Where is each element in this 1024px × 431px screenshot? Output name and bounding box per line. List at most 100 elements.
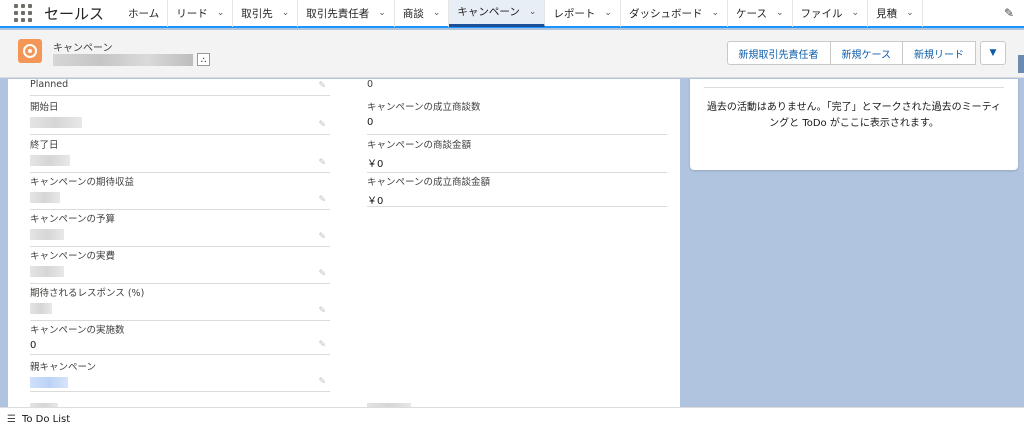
field-expected-response: 期待されるレスポンス (%) ✎	[30, 285, 330, 321]
edit-pencil-icon[interactable]: ✎	[318, 195, 326, 205]
field-value: 0	[367, 79, 374, 90]
record-actions: 新規取引先責任者 新規ケース 新規リード ▼	[726, 41, 1006, 65]
edit-pencil-icon[interactable]: ✎	[318, 232, 326, 242]
redacted-value	[30, 192, 60, 203]
nav-item-accounts[interactable]: 取引先 ⌄	[233, 0, 299, 27]
chevron-down-icon[interactable]: ⌄	[282, 8, 290, 18]
field-label: 開始日	[30, 102, 59, 113]
nav-item-dashboards[interactable]: ダッシュボード ⌄	[621, 0, 729, 27]
detail-panel: Planned ✎ 開始日 ✎ 終了日 ✎ キャンペーンの期待収益 ✎ キャンペ…	[8, 79, 680, 407]
field-label: キャンペーンの期待収益	[30, 177, 135, 188]
edit-pencil-icon[interactable]: ✎	[318, 269, 326, 279]
redacted-value	[30, 229, 64, 240]
redacted-value	[30, 266, 64, 277]
field-num-sent: キャンペーンの実施数 0 ✎	[30, 322, 330, 355]
record-name-redacted	[53, 54, 193, 66]
nav-item-label: リード	[176, 7, 208, 20]
field-value: Planned	[30, 79, 69, 90]
record-type-label: キャンペーン	[53, 43, 113, 54]
field-label: 親キャンペーン	[30, 362, 97, 373]
edit-pencil-icon[interactable]: ✎	[318, 377, 326, 387]
nav-item-opportunities[interactable]: 商談 ⌄	[395, 0, 450, 27]
nav-item-quotes[interactable]: 見積 ⌄	[868, 0, 923, 27]
nav-item-files[interactable]: ファイル ⌄	[793, 0, 869, 27]
nav-item-label: レポート	[553, 7, 596, 20]
field-label: キャンペーンの実費	[30, 251, 116, 262]
chevron-down-icon[interactable]: ⌄	[433, 8, 441, 18]
nav-item-home[interactable]: ホーム	[120, 0, 169, 27]
chevron-down-icon[interactable]: ⌄	[906, 8, 914, 18]
field-value: 0	[30, 340, 37, 351]
redacted-value	[30, 303, 52, 314]
field-budgeted-cost: キャンペーンの予算 ✎	[30, 211, 330, 247]
chevron-down-icon[interactable]: ⌄	[529, 7, 537, 17]
redacted-link-value[interactable]	[30, 377, 68, 388]
app-launcher-icon[interactable]	[12, 2, 34, 24]
hierarchy-icon[interactable]: ⛬	[197, 53, 210, 66]
chevron-down-icon[interactable]: ⌄	[378, 8, 386, 18]
chevron-down-icon[interactable]: ⌄	[217, 8, 225, 18]
field-opportunity-amount: キャンペーンの商談金額 ￥0	[367, 137, 667, 173]
field-num-opportunities: 0	[367, 79, 667, 96]
field-start-date: 開始日 ✎	[30, 99, 330, 135]
field-label: キャンペーンの商談金額	[367, 140, 472, 151]
more-actions-chevron-down-icon[interactable]: ▼	[980, 41, 1006, 65]
field-status: Planned ✎	[30, 79, 330, 96]
edit-pencil-icon[interactable]: ✎	[318, 158, 326, 168]
edit-pencil-icon[interactable]: ✎	[318, 120, 326, 130]
chevron-down-icon[interactable]: ⌄	[852, 8, 860, 18]
field-won-opportunity-amount: キャンペーンの成立商談金額 ￥0	[367, 174, 667, 207]
edit-pencil-icon[interactable]: ✎	[318, 81, 326, 91]
campaign-target-icon	[18, 39, 42, 63]
chevron-down-icon[interactable]: ⌄	[776, 8, 784, 18]
nav-item-label: ファイル	[800, 7, 843, 20]
nav-item-contacts[interactable]: 取引先責任者 ⌄	[298, 0, 395, 27]
field-label: 終了日	[30, 140, 59, 151]
global-nav: セールス ホーム リード ⌄ 取引先 ⌄ 取引先責任者 ⌄ 商談 ⌄ キャンペーン ⌄ レ…	[0, 0, 1024, 28]
redacted-value	[30, 155, 70, 166]
field-num-won-opportunities: キャンペーンの成立商談数 0	[367, 99, 667, 135]
nav-item-cases[interactable]: ケース ⌄	[728, 0, 793, 27]
new-contact-button[interactable]: 新規取引先責任者	[726, 41, 831, 65]
field-value: ￥0	[367, 159, 384, 170]
nav-item-label: 取引先	[241, 7, 273, 20]
activity-panel: 過去の活動はありません。「完了」とマークされた過去のミーティングと ToDo が…	[690, 79, 1018, 170]
field-end-date: 終了日 ✎	[30, 137, 330, 173]
new-lead-button[interactable]: 新規リード	[902, 41, 976, 65]
nav-item-reports[interactable]: レポート ⌄	[545, 0, 621, 27]
record-header: キャンペーン ⛬ 新規取引先責任者 新規ケース 新規リード ▼	[0, 30, 1024, 78]
divider	[704, 87, 1004, 88]
nav-item-label: 見積	[876, 7, 898, 20]
edit-nav-pencil-icon[interactable]: ✎	[1004, 6, 1014, 20]
field-label: キャンペーンの実施数	[30, 325, 125, 336]
field-value: 0	[367, 117, 374, 128]
nav-item-campaigns[interactable]: キャンペーン ⌄	[449, 0, 546, 27]
field-label: 期待されるレスポンス (%)	[30, 288, 145, 299]
utility-bar: ☰ To Do List	[0, 407, 1024, 431]
nav-item-label: ホーム	[128, 7, 160, 20]
todo-list-button[interactable]: To Do List	[22, 414, 70, 425]
field-label: キャンペーンの予算	[30, 214, 116, 225]
chevron-down-icon[interactable]: ⌄	[711, 8, 719, 18]
field-actual-cost: キャンペーンの実費 ✎	[30, 248, 330, 284]
chevron-down-icon[interactable]: ⌄	[604, 8, 612, 18]
edit-pencil-icon[interactable]: ✎	[318, 340, 326, 350]
redacted-value	[30, 117, 82, 128]
nav-item-label: ダッシュボード	[628, 7, 703, 20]
field-label: キャンペーンの成立商談数	[367, 102, 481, 113]
new-case-button[interactable]: 新規ケース	[829, 41, 903, 65]
activity-empty-message: 過去の活動はありません。「完了」とマークされた過去のミーティングと ToDo が…	[706, 102, 1002, 129]
nav-item-label: 商談	[402, 7, 424, 20]
edit-pencil-icon[interactable]: ✎	[318, 306, 326, 316]
nav-item-label: ケース	[736, 7, 767, 20]
field-label: キャンペーンの成立商談金額	[367, 177, 491, 188]
todo-list-icon[interactable]: ☰	[7, 414, 16, 425]
field-parent-campaign: 親キャンペーン ✎	[30, 359, 330, 392]
field-value: ￥0	[367, 196, 384, 207]
nav-item-label: キャンペーン	[457, 6, 520, 18]
nav-item-label: 取引先責任者	[306, 7, 370, 20]
app-name: セールス	[44, 4, 105, 23]
field-expected-revenue: キャンペーンの期待収益 ✎	[30, 174, 330, 210]
side-panel-handle[interactable]	[1018, 55, 1024, 73]
nav-item-leads[interactable]: リード ⌄	[168, 0, 234, 27]
